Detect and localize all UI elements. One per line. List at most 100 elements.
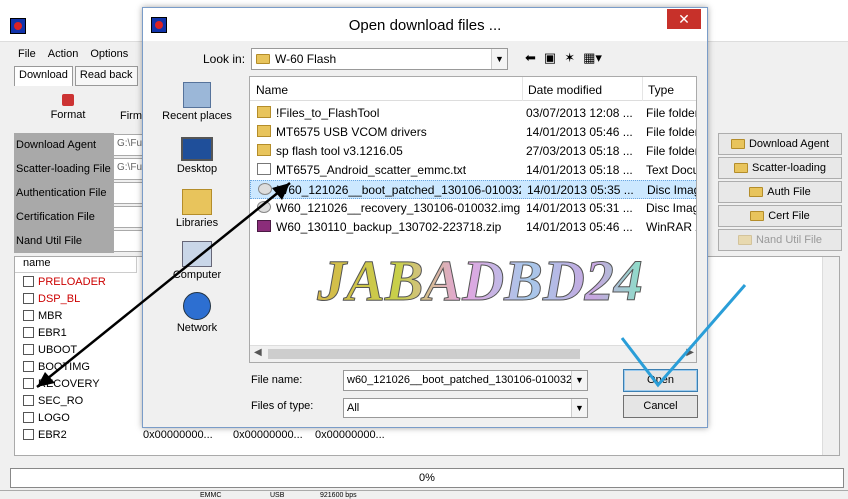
close-button[interactable]: ✕ bbox=[667, 9, 701, 29]
partition-name: RECOVERY bbox=[38, 377, 100, 390]
list-scrollbar[interactable] bbox=[822, 257, 839, 455]
column-type[interactable]: Type bbox=[648, 83, 674, 97]
firmware-button[interactable]: Firm bbox=[120, 110, 142, 122]
img-icon bbox=[258, 183, 272, 195]
dialog-titlebar: Open download files ... ✕ bbox=[143, 8, 707, 41]
label-cert-file: Certification File bbox=[16, 211, 95, 223]
places-bar: Recent places Desktop Libraries Computer… bbox=[151, 74, 243, 354]
scroll-right-icon[interactable]: ▶ bbox=[686, 347, 694, 358]
partition-checkbox[interactable] bbox=[23, 310, 34, 321]
label-scatter-file: Scatter-loading File bbox=[16, 163, 111, 175]
menu-file[interactable]: File bbox=[18, 48, 36, 60]
file-name: !Files_to_FlashTool bbox=[276, 106, 380, 120]
partition-begin-address: 0x00000000... bbox=[143, 428, 213, 441]
file-date: 14/01/2013 05:18 ... bbox=[526, 163, 633, 177]
back-icon[interactable]: ⬅ bbox=[525, 50, 536, 66]
libraries-icon bbox=[182, 189, 212, 215]
scroll-left-icon[interactable]: ◀ bbox=[254, 347, 262, 358]
file-date: 14/01/2013 05:31 ... bbox=[526, 201, 633, 215]
label-nand-util: Nand Util File bbox=[16, 235, 83, 247]
place-computer[interactable]: Computer bbox=[151, 241, 243, 281]
column-header-name[interactable]: name bbox=[15, 257, 137, 273]
partition-checkbox[interactable] bbox=[23, 293, 34, 304]
folder-icon bbox=[750, 211, 765, 221]
partition-checkbox[interactable] bbox=[23, 276, 34, 287]
download-agent-button[interactable]: Download Agent bbox=[718, 133, 842, 155]
menu-options[interactable]: Options bbox=[90, 48, 128, 60]
partition-checkbox[interactable] bbox=[23, 412, 34, 423]
file-name-label: File name: bbox=[251, 374, 303, 386]
format-button[interactable]: Format bbox=[50, 94, 86, 121]
place-libraries[interactable]: Libraries bbox=[151, 189, 243, 229]
place-network[interactable]: Network bbox=[151, 292, 243, 334]
tab-download[interactable]: Download bbox=[14, 66, 73, 86]
nand-util-file-button[interactable]: Nand Util File bbox=[718, 229, 842, 251]
file-labels: Download Agent Scatter-loading File Auth… bbox=[14, 133, 114, 253]
file-row[interactable]: MT6575_Android_scatter_emmc.txt 14/01/201… bbox=[250, 161, 696, 180]
cert-file-button[interactable]: Cert File bbox=[718, 205, 842, 227]
up-folder-icon[interactable]: ▣ bbox=[544, 50, 556, 66]
cancel-button[interactable]: Cancel bbox=[623, 395, 698, 418]
column-date[interactable]: Date modified bbox=[528, 83, 602, 97]
file-row[interactable]: W60_121026__boot_patched_130106-010032.i… bbox=[250, 180, 696, 199]
partition-checkbox[interactable] bbox=[23, 361, 34, 372]
nand-util-file-button-label: Nand Util File bbox=[755, 234, 823, 246]
folder-icon bbox=[256, 54, 270, 64]
status-port: USB bbox=[270, 492, 285, 499]
folder-icon bbox=[257, 144, 271, 156]
place-label: Libraries bbox=[175, 217, 219, 229]
column-divider[interactable] bbox=[522, 77, 523, 101]
view-menu-icon[interactable]: ▦▾ bbox=[583, 50, 602, 66]
column-divider[interactable] bbox=[642, 77, 643, 101]
file-list-header: Name Date modified Type bbox=[250, 77, 696, 101]
format-icon bbox=[62, 94, 74, 106]
scatter-loading-button-label: Scatter-loading bbox=[752, 162, 826, 174]
folder-icon bbox=[257, 106, 271, 118]
scroll-thumb[interactable] bbox=[268, 349, 580, 359]
scatter-loading-button[interactable]: Scatter-loading bbox=[718, 157, 842, 179]
file-row[interactable]: MT6575 USB VCOM drivers 14/01/2013 05:46 … bbox=[250, 123, 696, 142]
auth-file-button-label: Auth File bbox=[767, 186, 811, 198]
recent-places-icon bbox=[183, 82, 211, 108]
open-button[interactable]: Open bbox=[623, 369, 698, 392]
look-in-label: Look in: bbox=[203, 52, 246, 66]
file-row[interactable]: sp flash tool v3.1216.05 27/03/2013 05:18… bbox=[250, 142, 696, 161]
partition-row[interactable]: EBR2 0x00000000... 0x00000000... 0x00000… bbox=[15, 426, 839, 443]
file-type: WinRAR Z bbox=[646, 220, 696, 234]
file-type: File folder bbox=[646, 106, 697, 120]
column-name[interactable]: Name bbox=[256, 83, 288, 97]
dialog-title: Open download files ... bbox=[348, 17, 502, 34]
chevron-down-icon[interactable]: ▼ bbox=[571, 371, 587, 390]
zip-icon bbox=[257, 220, 271, 232]
look-in-dropdown[interactable]: W-60 Flash ▼ bbox=[251, 48, 508, 70]
file-row[interactable]: !Files_to_FlashTool 03/07/2013 12:08 ... F… bbox=[250, 104, 697, 123]
partition-checkbox[interactable] bbox=[23, 327, 34, 338]
computer-icon bbox=[182, 241, 212, 267]
file-name-input[interactable]: w60_121026__boot_patched_130106-010032. … bbox=[343, 370, 588, 391]
place-desktop[interactable]: Desktop bbox=[151, 137, 243, 175]
horizontal-scrollbar[interactable]: ◀ ▶ bbox=[250, 345, 696, 362]
network-icon bbox=[183, 292, 211, 320]
partition-checkbox[interactable] bbox=[23, 395, 34, 406]
menu-action[interactable]: Action bbox=[48, 48, 79, 60]
partition-checkbox[interactable] bbox=[23, 378, 34, 389]
file-name: W60_121026__recovery_130106-010032.img bbox=[276, 201, 520, 215]
file-name-value: w60_121026__boot_patched_130106-010032. bbox=[347, 374, 576, 386]
partition-address: 0x00000000... bbox=[315, 428, 385, 441]
place-recent[interactable]: Recent places bbox=[151, 82, 243, 122]
tab-read-back[interactable]: Read back bbox=[74, 66, 138, 86]
dialog-nav-toolbar: ⬅ ▣ ✶ ▦▾ bbox=[525, 50, 602, 66]
close-icon: ✕ bbox=[678, 11, 690, 27]
partition-end-address: 0x00000000... bbox=[233, 428, 303, 441]
chevron-down-icon[interactable]: ▼ bbox=[571, 399, 587, 417]
partition-checkbox[interactable] bbox=[23, 429, 34, 440]
partition-checkbox[interactable] bbox=[23, 344, 34, 355]
auth-file-button[interactable]: Auth File bbox=[718, 181, 842, 203]
status-bar: EMMC USB 921600 bps bbox=[0, 490, 848, 499]
file-row[interactable]: W60_130110_backup_130702-223718.zip 14/01… bbox=[250, 218, 696, 237]
file-type: Disc Imag bbox=[646, 201, 697, 215]
file-type-value: All bbox=[347, 402, 360, 414]
new-folder-icon[interactable]: ✶ bbox=[564, 50, 575, 66]
file-type-select[interactable]: All ▼ bbox=[343, 398, 588, 418]
file-row[interactable]: W60_121026__recovery_130106-010032.img 14… bbox=[250, 199, 697, 218]
